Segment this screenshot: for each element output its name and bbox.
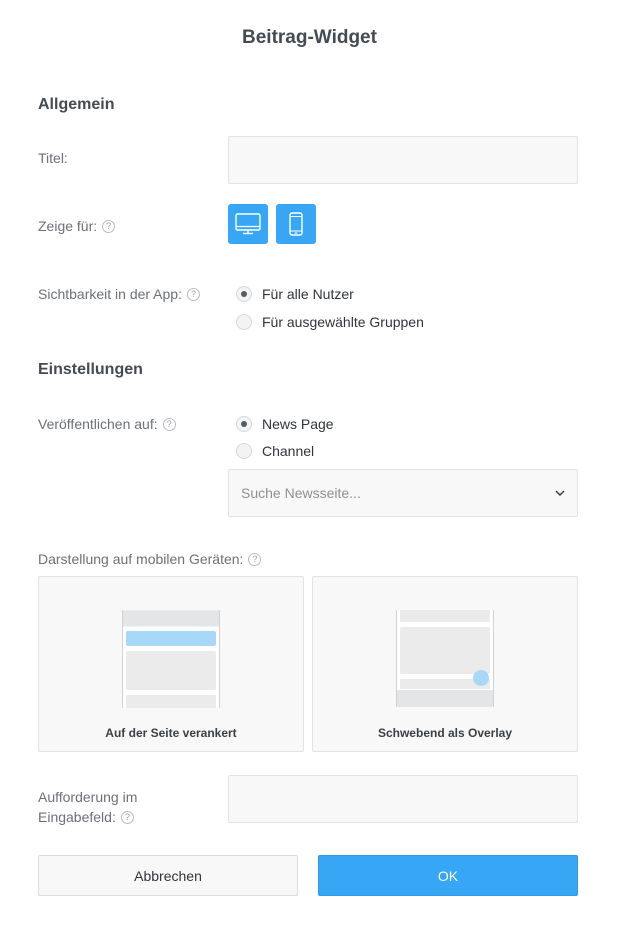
chevron-down-icon xyxy=(555,490,565,496)
desktop-toggle-button[interactable] xyxy=(228,204,268,244)
mobile-display-option-anchored[interactable]: Auf der Seite verankert xyxy=(38,576,304,752)
radio-selected-icon[interactable] xyxy=(236,416,252,432)
overlay-preview-icon xyxy=(396,610,494,707)
prompt-label-line1: Aufforderung im xyxy=(38,789,138,805)
show-for-label-text: Zeige für: xyxy=(38,218,98,234)
publish-option-news-page[interactable]: News Page xyxy=(236,416,334,432)
section-settings-heading: Einstellungen xyxy=(38,361,143,378)
visibility-option-groups[interactable]: Für ausgewählte Gruppen xyxy=(236,314,424,330)
visibility-option-all[interactable]: Für alle Nutzer xyxy=(236,286,354,302)
mobile-display-label-text: Darstellung auf mobilen Geräten: xyxy=(38,551,244,567)
help-icon[interactable]: ? xyxy=(120,810,134,824)
visibility-option-groups-label: Für ausgewählte Gruppen xyxy=(262,314,424,330)
mobile-display-label: Darstellung auf mobilen Geräten: ? xyxy=(38,551,262,567)
radio-selected-icon[interactable] xyxy=(236,286,252,302)
show-for-label: Zeige für: ? xyxy=(38,218,116,234)
prompt-label-line2-row: Eingabefeld: ? xyxy=(38,807,137,827)
help-icon[interactable]: ? xyxy=(102,219,116,233)
radio-unselected-icon[interactable] xyxy=(236,314,252,330)
mobile-display-option-anchored-label: Auf der Seite verankert xyxy=(105,726,237,740)
title-input[interactable] xyxy=(228,136,578,184)
prompt-label: Aufforderung im Eingabefeld: ? xyxy=(38,787,137,827)
prompt-label-line2: Eingabefeld: xyxy=(38,809,116,825)
help-icon[interactable]: ? xyxy=(248,552,262,566)
mobile-icon xyxy=(289,212,303,236)
news-page-select[interactable]: Suche Newsseite... xyxy=(228,469,578,517)
visibility-label-text: Sichtbarkeit in der App: xyxy=(38,286,182,302)
title-label: Titel: xyxy=(38,150,68,166)
help-icon[interactable]: ? xyxy=(186,287,200,301)
desktop-icon xyxy=(235,213,261,235)
cancel-button[interactable]: Abbrechen xyxy=(38,855,298,896)
prompt-input[interactable] xyxy=(228,775,578,823)
dialog-title: Beitrag-Widget xyxy=(242,27,377,48)
publish-option-channel[interactable]: Channel xyxy=(236,443,314,459)
mobile-display-option-overlay-label: Schwebend als Overlay xyxy=(377,726,513,740)
visibility-label: Sichtbarkeit in der App: ? xyxy=(38,286,200,302)
publish-label: Veröffentlichen auf: ? xyxy=(38,416,176,432)
title-label-text: Titel: xyxy=(38,150,68,166)
help-icon[interactable]: ? xyxy=(162,417,176,431)
news-page-select-placeholder: Suche Newsseite... xyxy=(241,485,361,501)
mobile-toggle-button[interactable] xyxy=(276,204,316,244)
publish-option-news-page-label: News Page xyxy=(262,416,334,432)
publish-option-channel-label: Channel xyxy=(262,443,315,459)
radio-unselected-icon[interactable] xyxy=(236,443,252,459)
publish-label-text: Veröffentlichen auf: xyxy=(38,416,158,432)
section-general-heading: Allgemein xyxy=(38,96,115,113)
ok-button[interactable]: OK xyxy=(318,855,578,896)
anchored-preview-icon xyxy=(122,610,220,708)
visibility-option-all-label: Für alle Nutzer xyxy=(262,286,354,302)
mobile-display-option-overlay[interactable]: Schwebend als Overlay xyxy=(312,576,578,752)
